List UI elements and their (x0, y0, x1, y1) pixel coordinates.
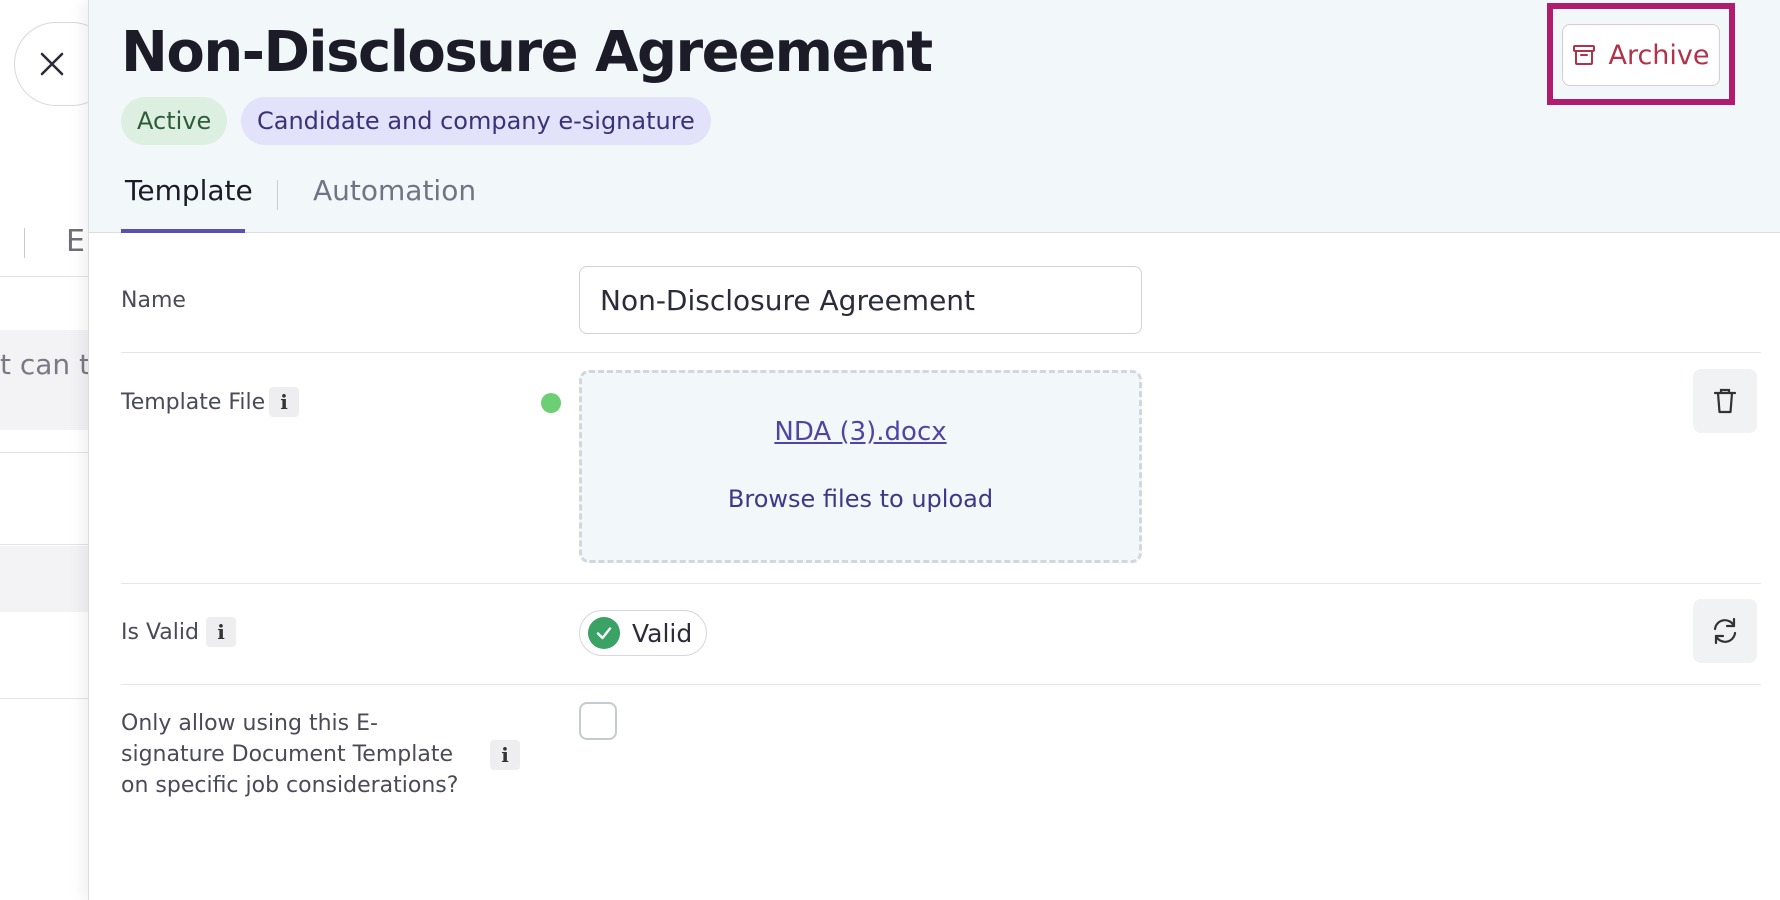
row-divider (121, 352, 1761, 353)
signature-type-badge: Candidate and company e-signature (241, 97, 711, 145)
restrict-usage-checkbox[interactable] (579, 702, 617, 740)
restrict-usage-info-icon[interactable]: i (490, 740, 520, 770)
row-divider (121, 684, 1761, 685)
refresh-icon (1713, 617, 1737, 645)
page-title: Non-Disclosure Agreement (121, 20, 933, 85)
background-tab-label[interactable]: E (66, 224, 85, 259)
name-input[interactable] (579, 266, 1142, 334)
tab-active-indicator (121, 229, 245, 233)
valid-status-text: Valid (632, 618, 693, 648)
delete-file-button[interactable] (1693, 369, 1757, 433)
trash-icon (1713, 388, 1737, 414)
file-dropzone[interactable]: NDA (3).docx Browse files to upload (579, 370, 1142, 563)
check-circle-icon (588, 617, 620, 649)
file-status-dot (541, 393, 561, 413)
row-divider (121, 583, 1761, 584)
archive-box-icon (1573, 45, 1596, 65)
file-link[interactable]: NDA (3).docx (582, 417, 1139, 447)
valid-status-pill: Valid (579, 610, 707, 656)
is-valid-label: Is Valid (121, 620, 199, 645)
template-file-info-icon[interactable]: i (269, 387, 299, 417)
close-icon (40, 52, 64, 76)
restrict-usage-label: Only allow using this E-signature Docume… (121, 711, 459, 798)
refresh-validity-button[interactable] (1693, 599, 1757, 663)
tab-automation[interactable]: Automation (313, 174, 476, 207)
archive-button[interactable]: Archive (1562, 24, 1720, 86)
drawer-header: Non-Disclosure Agreement Active Candidat… (89, 0, 1780, 233)
template-drawer: Non-Disclosure Agreement Active Candidat… (88, 0, 1780, 900)
archive-button-label: Archive (1608, 39, 1710, 71)
tab-template[interactable]: Template (125, 174, 253, 207)
is-valid-info-icon[interactable]: i (206, 617, 236, 647)
browse-files-link[interactable]: Browse files to upload (582, 485, 1139, 513)
name-label: Name (121, 288, 186, 313)
tab-divider (277, 180, 278, 210)
template-file-label: Template File (121, 390, 266, 415)
status-badge: Active (121, 97, 228, 145)
background-tab-divider (24, 228, 25, 258)
